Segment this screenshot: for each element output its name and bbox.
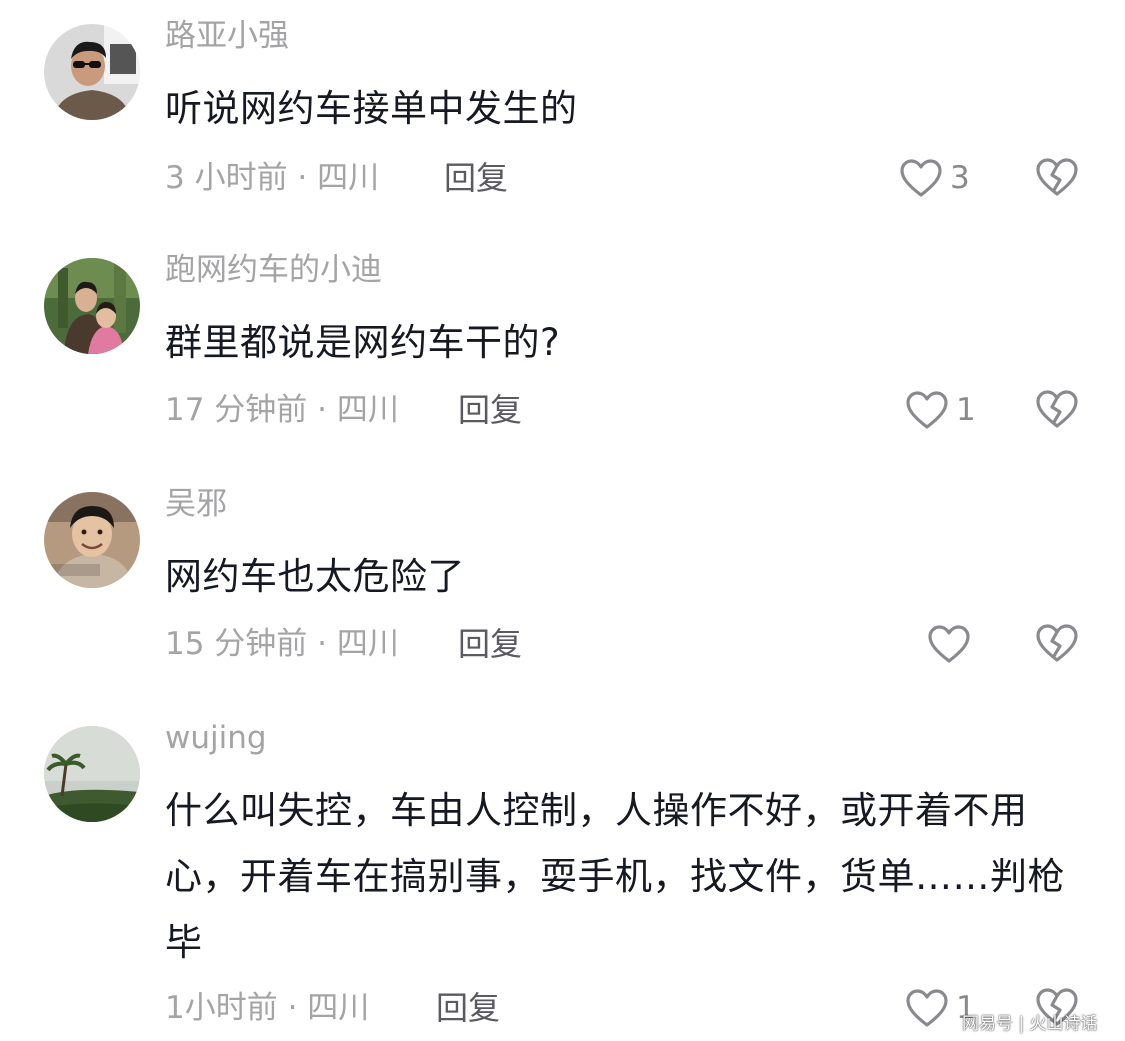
comment-text: 群里都说是网约车干的? (165, 321, 561, 364)
like-button[interactable]: 1 (904, 388, 976, 432)
landscape-avatar-icon (44, 726, 140, 822)
avatar[interactable] (44, 492, 140, 588)
like-count: 3 (950, 160, 970, 196)
heart-outline-icon (906, 391, 948, 429)
reply-button[interactable]: 回复 (458, 388, 522, 432)
heart-outline-icon (906, 989, 948, 1027)
username[interactable]: 路亚小强 (165, 14, 289, 58)
watermark: 网易号 | 火山诗话 (962, 1014, 1098, 1034)
couple-photo-avatar-icon (44, 258, 140, 354)
heart-outline-icon (928, 625, 970, 663)
heart-outline-icon (900, 159, 942, 197)
dislike-button[interactable] (1034, 388, 1080, 432)
like-button[interactable] (926, 622, 978, 666)
man-smiling-avatar-icon (44, 492, 140, 588)
avatar[interactable] (44, 726, 140, 822)
comment-meta: 1小时前 · 四川 (165, 990, 370, 1026)
broken-heart-icon (1036, 158, 1078, 196)
comment-text: 网约车也太危险了 (165, 555, 465, 598)
username[interactable]: 吴邪 (165, 482, 227, 526)
man-sunglasses-avatar-icon (44, 24, 140, 120)
comment-text: 什么叫失控，车由人控制，人操作不好，或开着不用心，开着车在搞别事，耍手机，找文件… (165, 789, 1065, 964)
like-count: 1 (956, 392, 976, 428)
broken-heart-icon (1036, 390, 1078, 428)
comment-meta: 3 小时前 · 四川 (165, 160, 380, 196)
avatar[interactable] (44, 24, 140, 120)
dislike-button[interactable] (1034, 156, 1080, 200)
comment-meta: 15 分钟前 · 四川 (165, 626, 399, 662)
broken-heart-icon (1036, 624, 1078, 662)
comment-meta: 17 分钟前 · 四川 (165, 392, 399, 428)
reply-button[interactable]: 回复 (444, 156, 508, 200)
reply-button[interactable]: 回复 (458, 622, 522, 666)
dislike-button[interactable] (1034, 622, 1080, 666)
like-button[interactable]: 3 (898, 156, 970, 200)
username[interactable]: 跑网约车的小迪 (165, 248, 382, 292)
username[interactable]: wujing (165, 716, 267, 760)
reply-button[interactable]: 回复 (436, 986, 500, 1030)
avatar[interactable] (44, 258, 140, 354)
comment-text: 听说网约车接单中发生的 (165, 87, 578, 130)
